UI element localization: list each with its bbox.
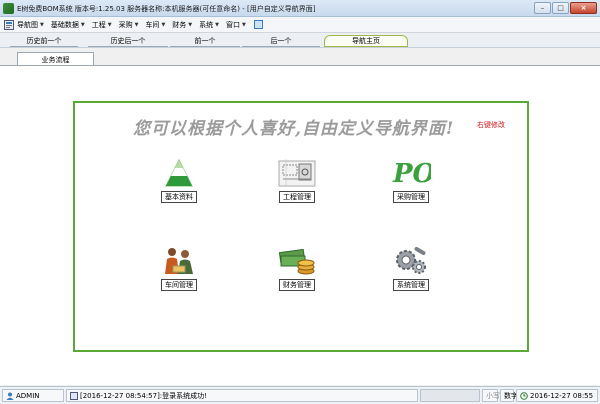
nav-bar: 历史前一个 历史后一个 前一个 后一个 导航主页 [0,34,600,48]
menu-label: 系统 [199,20,214,29]
module-finance[interactable]: 财务管理 [265,245,329,291]
panel-headline: 您可以根据个人喜好,自由定义导航界面! [133,119,455,139]
module-basic-data[interactable]: 基本资料 [147,157,211,203]
user-icon [6,392,14,400]
maximize-button[interactable]: □ [552,2,569,14]
menu-bar: 导航图 ▼ 基础数据 ▼ 工程 ▼ 采购 ▼ 车间 ▼ 财务 ▼ 系统 ▼ 窗口 ▼ [0,17,600,33]
history-forward-button[interactable]: 历史后一个 [88,35,168,47]
status-case: 小写 [482,389,500,402]
window-title: E树免费BOM系统 版本号:1.25.03 服务器名称:本机服务器(可任意命名)… [17,5,316,13]
close-button[interactable]: × [570,2,597,14]
module-label: 财务管理 [279,279,315,291]
app-menu-icon[interactable] [4,19,14,30]
caret-down-icon: ▼ [242,21,246,28]
history-back-button[interactable]: 历史前一个 [10,35,78,47]
menu-label: 基础数据 [50,20,79,29]
menu-label: 财务 [172,20,187,29]
module-engineering[interactable]: 工程管理 [265,157,329,203]
menu-chejian[interactable]: 车间 ▼ [145,20,165,30]
module-label: 系统管理 [393,279,429,291]
next-button[interactable]: 后一个 [242,35,320,47]
status-message-text: [2016-12-27 08:54:57]:登录系统成功! [80,391,207,400]
message-icon [70,391,78,400]
status-clock: 2016-12-27 08:55 [516,389,598,402]
pyramid-icon [159,157,199,189]
menu-label: 车间 [145,20,160,29]
previous-button[interactable]: 前一个 [170,35,240,47]
caret-down-icon: ▼ [80,21,85,28]
clock-icon [520,391,528,400]
module-label: 车间管理 [161,279,197,291]
status-user-name: ADMIN [16,391,40,400]
navigation-panel: 您可以根据个人喜好,自由定义导航界面! 右键修改 基本资料 工程管理 PO 采购… [73,101,529,352]
module-label: 工程管理 [279,191,315,203]
caret-down-icon: ▼ [188,21,193,28]
status-user: ADMIN [2,389,64,402]
nav-home-button[interactable]: 导航主页 [324,35,408,47]
window-tile-icon[interactable] [253,20,263,29]
tab-strip: 业务流程 [0,49,600,66]
window-controls: – □ × [534,2,597,14]
caret-down-icon: ▼ [161,21,166,28]
menu-gongcheng[interactable]: 工程 ▼ [92,20,112,30]
caret-down-icon: ▼ [134,21,139,28]
menu-label: 采购 [118,20,133,29]
workers-icon [159,245,199,277]
status-message: [2016-12-27 08:54:57]:登录系统成功! [66,389,418,402]
status-numlock: 数字 [500,389,518,402]
po-icon: PO [391,157,431,189]
caret-down-icon: ▼ [40,21,44,28]
status-bar: ADMIN [2016-12-27 08:54:57]:登录系统成功! 小写 数… [0,386,600,404]
module-label: 采购管理 [393,191,429,203]
module-workshop[interactable]: 车间管理 [147,245,211,291]
right-click-edit-hint[interactable]: 右键修改 [477,120,505,130]
module-label: 基本资料 [161,191,197,203]
menu-caiwu[interactable]: 财务 ▼ [172,20,192,30]
progress-bar [420,389,480,402]
menu-caigou[interactable]: 采购 ▼ [119,20,139,30]
menu-jichushuju[interactable]: 基础数据 ▼ [51,20,85,30]
svg-text:PO: PO [392,159,431,188]
menu-label: 导航图 [17,20,38,29]
menu-label: 窗口 [226,20,241,29]
menu-chuangkou[interactable]: 窗口 ▼ [226,20,246,30]
blueprint-icon [277,157,317,189]
gears-icon [391,245,431,277]
status-clock-text: 2016-12-27 08:55 [530,391,594,400]
money-icon [277,245,317,277]
main-area: 您可以根据个人喜好,自由定义导航界面! 右键修改 基本资料 工程管理 PO 采购… [0,66,600,385]
tab-business-flow[interactable]: 业务流程 [17,52,94,66]
title-bar: E树免费BOM系统 版本号:1.25.03 服务器名称:本机服务器(可任意命名)… [0,0,600,17]
menu-daohangtu[interactable]: 导航图 ▼ [17,20,44,30]
menu-label: 工程 [91,20,106,29]
app-icon [3,3,14,14]
module-system[interactable]: 系统管理 [379,245,443,291]
caret-down-icon: ▼ [215,21,220,28]
menu-xitong[interactable]: 系统 ▼ [199,20,219,30]
module-purchasing[interactable]: PO 采购管理 [379,157,443,203]
minimize-button[interactable]: – [534,2,551,14]
caret-down-icon: ▼ [107,21,112,28]
